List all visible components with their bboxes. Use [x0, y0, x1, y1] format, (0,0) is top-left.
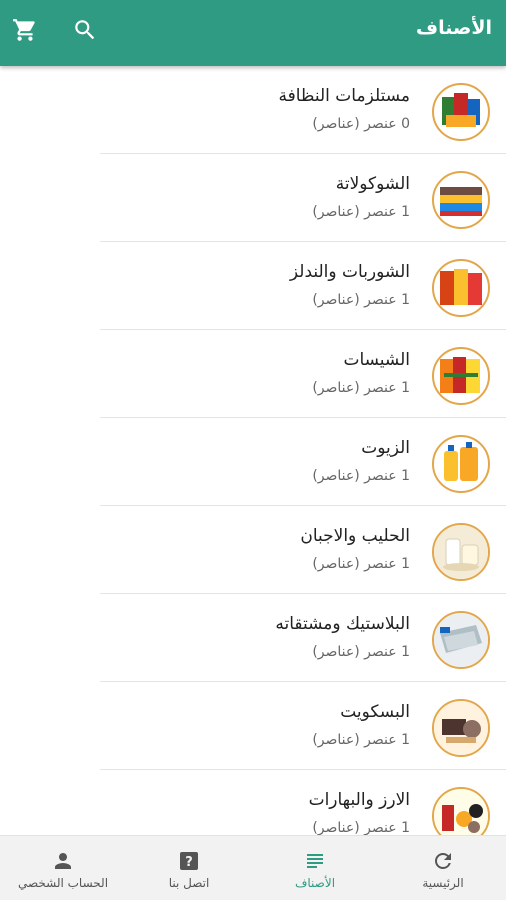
- category-count: 1 عنصر (عناصر): [312, 644, 410, 660]
- nav-profile[interactable]: الحساب الشخصي: [0, 836, 126, 900]
- nav-label: الأصناف: [294, 876, 336, 890]
- category-item-rice[interactable]: الارز والبهارات 1 عنصر (عناصر): [0, 770, 506, 836]
- category-count: 1 عنصر (عناصر): [312, 292, 410, 308]
- cart-button[interactable]: [10, 17, 40, 47]
- category-count: 1 عنصر (عناصر): [312, 204, 410, 220]
- nav-home[interactable]: الرئيسية: [380, 836, 506, 900]
- cart-icon: [12, 17, 38, 47]
- search-icon: [72, 17, 98, 47]
- category-thumbnail: [432, 171, 490, 229]
- nav-label: الحساب الشخصي: [17, 876, 109, 890]
- category-item-cleaning[interactable]: مستلزمات النظافة 0 عنصر (عناصر): [0, 66, 506, 154]
- category-title: الزيوت: [361, 438, 410, 458]
- category-item-chocolate[interactable]: الشوكولاتة 1 عنصر (عناصر): [0, 154, 506, 242]
- category-thumbnail: [432, 83, 490, 141]
- category-count: 1 عنصر (عناصر): [312, 380, 410, 396]
- list-icon: [302, 848, 328, 874]
- category-count: 1 عنصر (عناصر): [312, 732, 410, 748]
- bottom-navigation: الحساب الشخصي ? اتصل بنا الأصناف الرئيسي…: [0, 835, 506, 900]
- nav-categories[interactable]: الأصناف: [252, 836, 378, 900]
- category-item-biscuits[interactable]: البسكويت 1 عنصر (عناصر): [0, 682, 506, 770]
- category-list: مستلزمات النظافة 0 عنصر (عناصر) الشوكولا…: [0, 66, 506, 836]
- category-item-soups[interactable]: الشوربات والندلز 1 عنصر (عناصر): [0, 242, 506, 330]
- category-title: مستلزمات النظافة: [278, 86, 410, 106]
- category-count: 1 عنصر (عناصر): [312, 820, 410, 836]
- nav-contact[interactable]: ? اتصل بنا: [126, 836, 252, 900]
- category-thumbnail: [432, 347, 490, 405]
- category-item-dairy[interactable]: الحليب والاجبان 1 عنصر (عناصر): [0, 506, 506, 594]
- category-thumbnail: [432, 787, 490, 836]
- category-title: الشوربات والندلز: [289, 262, 410, 282]
- category-title: الشيسات: [343, 350, 410, 370]
- category-thumbnail: [432, 435, 490, 493]
- category-title: الحليب والاجبان: [300, 526, 410, 546]
- nav-label: اتصل بنا: [168, 876, 210, 890]
- category-title: البسكويت: [340, 702, 410, 722]
- category-count: 0 عنصر (عناصر): [312, 116, 410, 132]
- category-item-oils[interactable]: الزيوت 1 عنصر (عناصر): [0, 418, 506, 506]
- category-title: البلاستيك ومشتقاته: [275, 614, 410, 634]
- category-thumbnail: [432, 611, 490, 669]
- category-thumbnail: [432, 259, 490, 317]
- search-button[interactable]: [70, 17, 100, 47]
- page-title: الأصناف: [416, 17, 492, 39]
- category-thumbnail: [432, 523, 490, 581]
- app-bar: الأصناف: [0, 0, 506, 66]
- app-screen: الأصناف مستلزمات النظافة 0 عنصر (عناصر): [0, 0, 506, 900]
- category-count: 1 عنصر (عناصر): [312, 556, 410, 572]
- person-icon: [50, 848, 76, 874]
- nav-label: الرئيسية: [422, 876, 464, 890]
- refresh-icon: [430, 848, 456, 874]
- help-icon: ?: [176, 848, 202, 874]
- category-item-plastic[interactable]: البلاستيك ومشتقاته 1 عنصر (عناصر): [0, 594, 506, 682]
- category-title: الشوكولاتة: [335, 174, 410, 194]
- svg-text:?: ?: [185, 855, 193, 870]
- category-count: 1 عنصر (عناصر): [312, 468, 410, 484]
- category-thumbnail: [432, 699, 490, 757]
- category-item-chips[interactable]: الشيسات 1 عنصر (عناصر): [0, 330, 506, 418]
- category-title: الارز والبهارات: [308, 790, 410, 810]
